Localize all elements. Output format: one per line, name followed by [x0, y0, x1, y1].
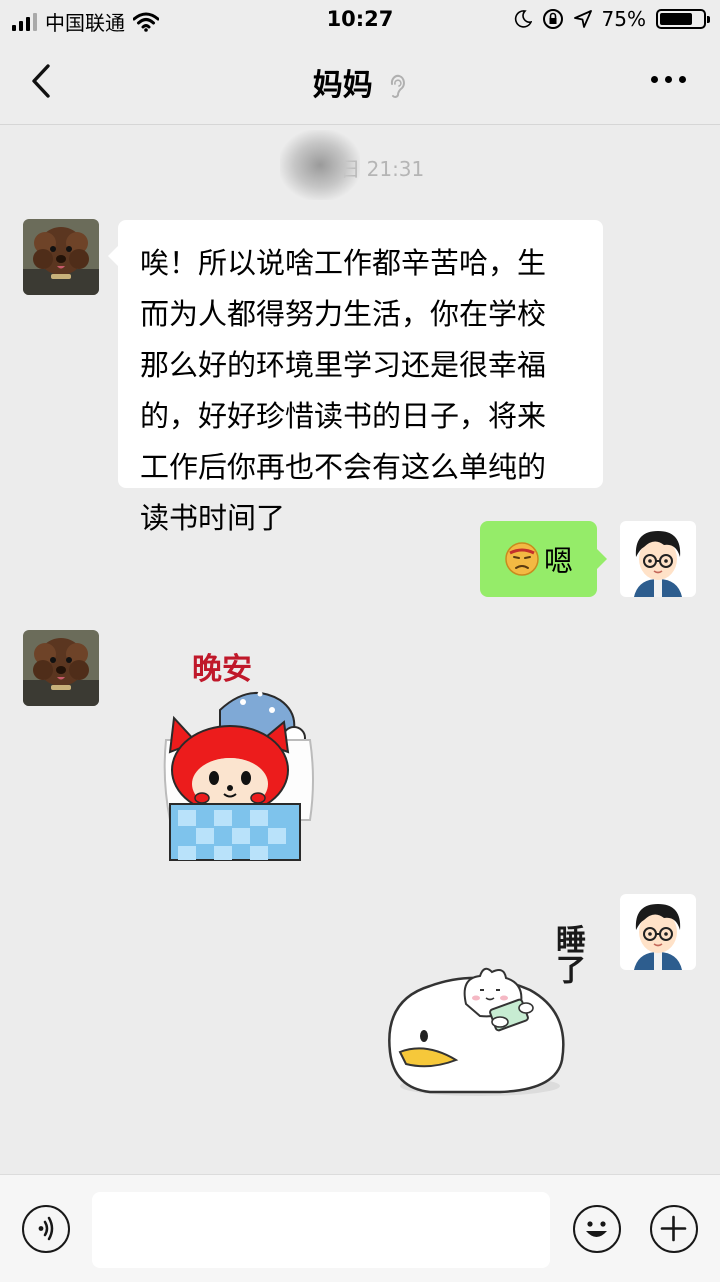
battery-icon — [656, 9, 710, 29]
plus-icon[interactable] — [650, 1205, 698, 1253]
contact-avatar[interactable] — [23, 219, 99, 295]
message-line: 那么好的环境里学习还是很幸福 — [140, 348, 547, 382]
goodnight-sticker[interactable]: 晚安 — [160, 640, 320, 865]
status-bar: 中国联通 10:27 75% — [0, 0, 720, 40]
sent-message-bubble[interactable]: 嗯 — [480, 521, 607, 597]
redaction-smudge — [280, 130, 360, 200]
contact-avatar[interactable] — [23, 630, 99, 706]
message-line: 的，好好珍惜读书的日子，将来 — [140, 399, 547, 433]
frowning-face-icon — [505, 542, 539, 576]
my-avatar[interactable] — [620, 521, 696, 597]
message-text: 嗯 — [543, 544, 573, 578]
sleeping-sticker[interactable]: 睡了 — [380, 920, 590, 1105]
emoji-icon[interactable] — [573, 1205, 621, 1253]
received-message-bubble[interactable]: 唉！所以说啥工作都辛苦哈，生 而为人都得努力生活，你在学校 那么好的环境里学习还… — [108, 220, 603, 535]
ear-icon — [391, 74, 406, 98]
input-bar — [0, 1174, 720, 1282]
message-line: 工作后你再也不会有这么单纯的 — [140, 450, 547, 484]
location-icon — [573, 10, 592, 28]
message-line: 而为人都得努力生活，你在学校 — [140, 297, 547, 331]
status-right: 75% — [514, 7, 710, 31]
battery-percent: 75% — [601, 7, 646, 31]
message-timestamp: 201 日 21:31 — [295, 157, 425, 181]
moon-icon — [514, 10, 532, 28]
chat-title: 妈妈 — [0, 60, 720, 104]
orientation-lock-icon — [542, 9, 563, 29]
chat-header: 妈妈 — [0, 40, 720, 125]
my-avatar[interactable] — [620, 894, 696, 970]
more-dots-icon[interactable] — [651, 76, 686, 83]
message-input[interactable] — [92, 1192, 550, 1268]
message-line: 唉！所以说啥工作都辛苦哈，生 — [140, 246, 547, 280]
battery-level-fill — [660, 13, 692, 25]
voice-icon[interactable] — [22, 1205, 70, 1253]
contact-name: 妈妈 — [312, 68, 373, 103]
